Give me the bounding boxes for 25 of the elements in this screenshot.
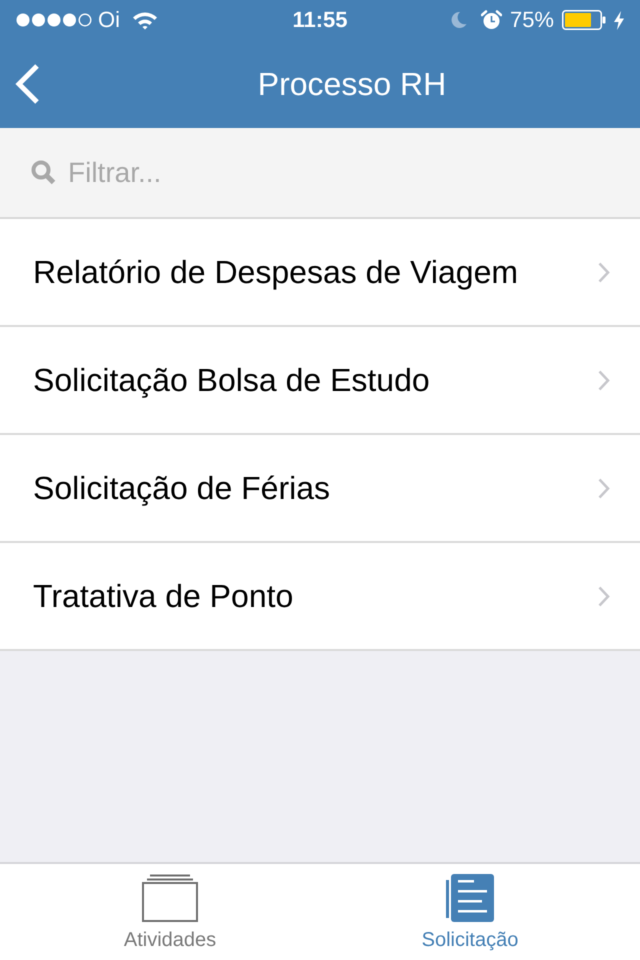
tab-button[interactable]: Atividades <box>20 864 320 960</box>
battery-icon <box>562 10 606 30</box>
battery-percentage: 75% <box>510 9 554 31</box>
wifi-icon <box>132 10 158 30</box>
chevron-right-icon <box>598 370 610 390</box>
screen-title: Processo RH <box>258 68 446 100</box>
tab-button[interactable]: Solicitação <box>320 864 620 960</box>
search-icon <box>31 160 56 185</box>
back-chevron-icon <box>14 64 40 104</box>
chevron-right-icon <box>598 586 610 606</box>
chevron-right-icon <box>598 478 610 498</box>
carrier-name: Oi <box>98 9 120 31</box>
stacked-folders-icon <box>142 874 198 922</box>
list-item[interactable]: Tratativa de Ponto <box>0 543 640 651</box>
document-lines-icon <box>446 874 494 922</box>
signal-strength-icon <box>16 13 92 27</box>
list-item[interactable]: Relatório de Despesas de Viagem <box>0 219 640 327</box>
crescent-moon-icon <box>450 11 467 29</box>
search-field[interactable]: Filtrar... <box>0 128 640 219</box>
charging-bolt-icon <box>614 10 624 30</box>
alarm-clock-icon <box>480 10 502 30</box>
list-item[interactable]: Solicitação Bolsa de Estudo <box>0 327 640 435</box>
clock-time: 11:55 <box>292 9 348 31</box>
list-item[interactable]: Solicitação de Férias <box>0 435 640 543</box>
chevron-right-icon <box>598 262 610 282</box>
